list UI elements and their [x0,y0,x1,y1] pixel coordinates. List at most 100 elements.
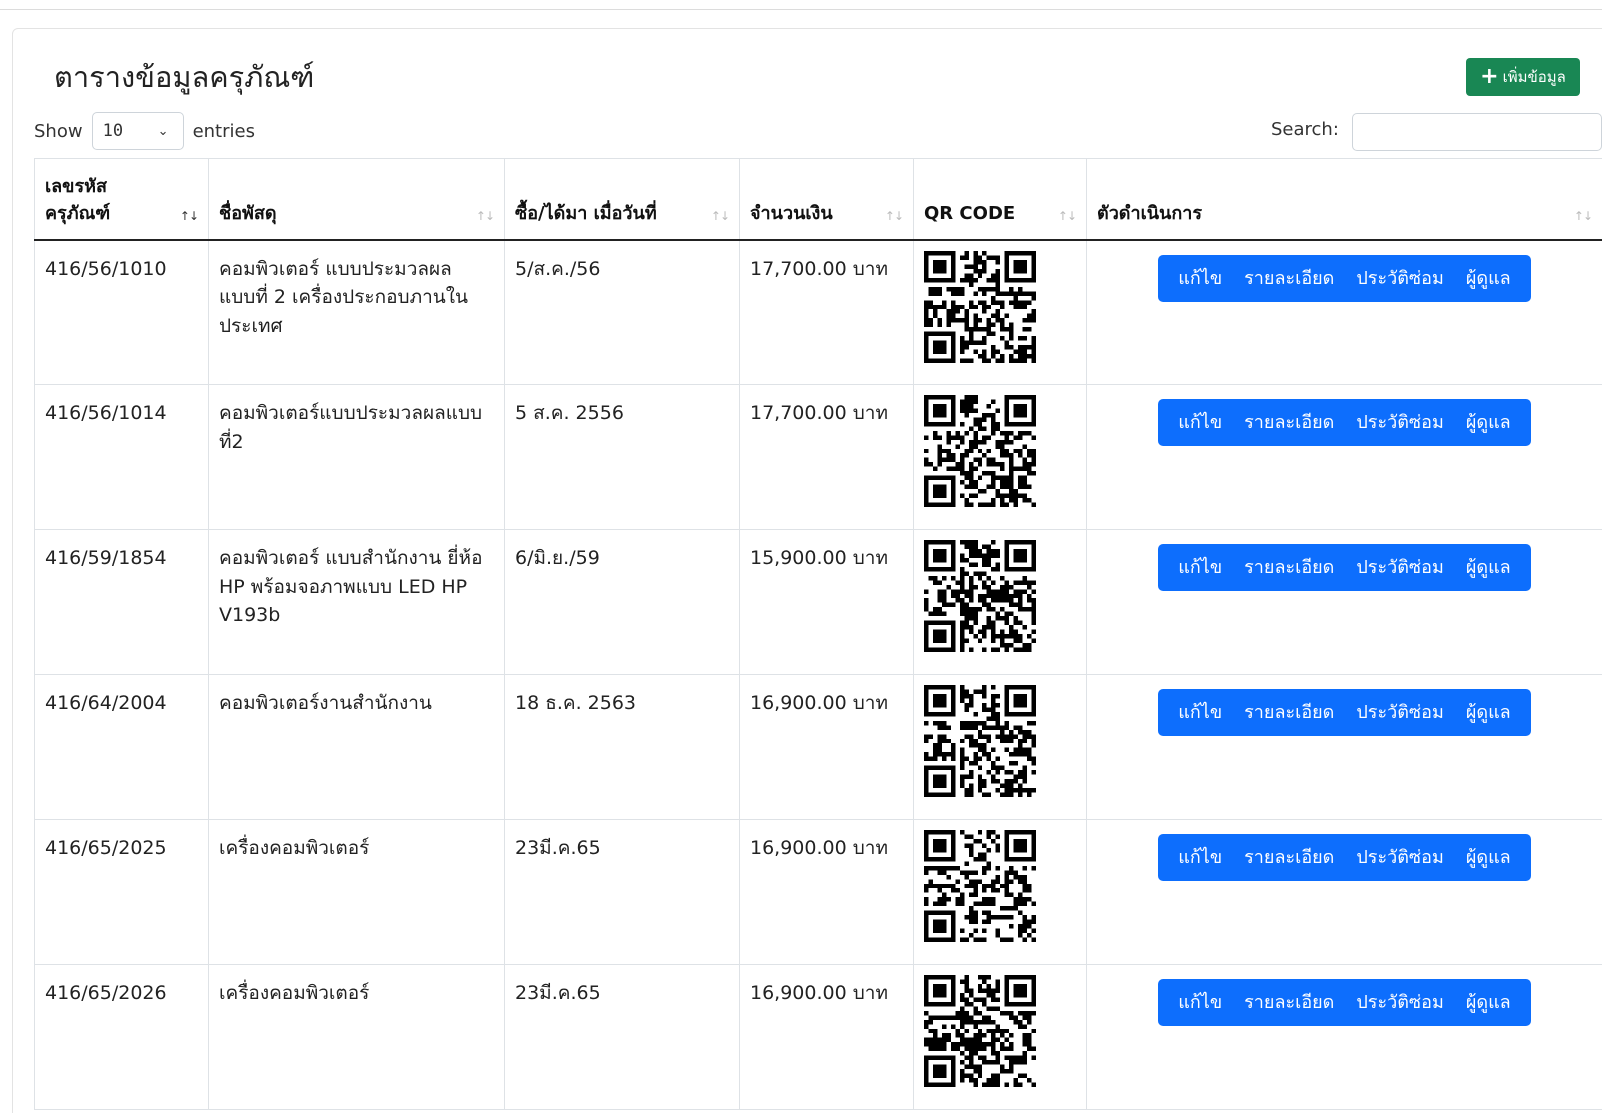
cell-amount: 17,700.00 บาท [739,384,914,530]
col-header-qr[interactable]: QR CODE ↑↓ [913,158,1087,241]
equipment-name: คอมพิวเตอร์ แบบประมวลผล แบบที่ 2 เครื่อง… [219,257,469,337]
col-header-actions-label: ตัวดำเนินการ [1097,202,1203,224]
cell-qr [913,964,1087,1110]
table-row: 416/59/1854 คอมพิวเตอร์ แบบสำนักงาน ยี่ห… [34,529,1602,675]
qr-code-image [924,250,1036,363]
action-button-group: แก้ไข รายละเอียด ประวัติซ่อม ผู้ดูแล [1158,979,1531,1026]
col-header-name[interactable]: ชื่อพัสดุ ↑↓ [208,158,505,241]
table-row: 416/56/1010 คอมพิวเตอร์ แบบประมวลผล แบบท… [34,239,1602,385]
equipment-code: 416/56/1010 [45,257,167,280]
edit-button[interactable]: แก้ไข [1167,699,1233,726]
edit-button[interactable]: แก้ไข [1167,554,1233,581]
acquired-date: 5/ส.ค./56 [515,257,601,280]
action-button-group: แก้ไข รายละเอียด ประวัติซ่อม ผู้ดูแล [1158,399,1531,446]
action-button-group: แก้ไข รายละเอียด ประวัติซ่อม ผู้ดูแล [1158,544,1531,591]
equipment-name: เครื่องคอมพิวเตอร์ [219,837,370,859]
cell-amount: 16,900.00 บาท [739,819,914,965]
equipment-code: 416/65/2025 [45,837,167,859]
caretaker-button[interactable]: ผู้ดูแล [1455,409,1522,436]
entries-label: entries [192,120,255,142]
sort-asc-icon: ↑↓ [179,208,199,223]
table-header-row: เลขรหัส ครุภัณฑ์ ↑↓ ชื่อพัสดุ ↑↓ ซื้อ/ได้ม… [34,158,1602,241]
sort-icon: ↑↓ [1573,208,1593,223]
show-label: Show [34,120,83,142]
qr-code-image [924,975,1036,1087]
col-header-amount-label: จำนวนเงิน [750,202,833,224]
details-button[interactable]: รายละเอียด [1233,554,1345,581]
col-header-date-label: ซื้อ/ได้มา เมื่อวันที่ [515,202,657,224]
amount-value: 15,900.00 บาท [750,547,888,569]
entries-select-value: 10 [102,121,124,141]
page-title: ตารางข้อมูลครุภัณฑ์ [54,60,315,94]
plus-icon: + [1480,64,1499,89]
repair-history-button[interactable]: ประวัติซ่อม [1345,844,1454,871]
amount-value: 17,700.00 บาท [750,402,888,424]
cell-date: 5 ส.ค. 2556 [504,384,740,530]
details-button[interactable]: รายละเอียด [1233,409,1345,436]
table-row: 416/65/2025 เครื่องคอมพิวเตอร์ 23มี.ค.65… [34,819,1602,965]
details-button[interactable]: รายละเอียด [1233,844,1345,871]
col-header-amount[interactable]: จำนวนเงิน ↑↓ [739,158,914,241]
equipment-code: 416/65/2026 [45,982,167,1004]
cell-date: 23มี.ค.65 [504,964,740,1110]
cell-code: 416/56/1014 [34,384,209,530]
cell-qr [913,674,1087,820]
details-button[interactable]: รายละเอียด [1233,699,1345,726]
cell-actions: แก้ไข รายละเอียด ประวัติซ่อม ผู้ดูแล [1086,674,1602,820]
entries-select[interactable]: 10 ⌄ [91,112,184,150]
cell-code: 416/56/1010 [34,239,209,385]
caretaker-button[interactable]: ผู้ดูแล [1455,989,1522,1016]
action-button-group: แก้ไข รายละเอียด ประวัติซ่อม ผู้ดูแล [1158,834,1531,881]
search-label: Search: [1271,119,1339,140]
cell-date: 6/มิ.ย./59 [504,529,740,675]
cell-date: 23มี.ค.65 [504,819,740,965]
cell-amount: 15,900.00 บาท [739,529,914,675]
equipment-code: 416/56/1014 [45,402,167,424]
col-header-code-label: เลขรหัส ครุภัณฑ์ [45,175,111,224]
caretaker-button[interactable]: ผู้ดูแล [1455,844,1522,871]
col-header-actions[interactable]: ตัวดำเนินการ ↑↓ [1086,158,1602,241]
repair-history-button[interactable]: ประวัติซ่อม [1345,554,1454,581]
cell-name: คอมพิวเตอร์ แบบประมวลผล แบบที่ 2 เครื่อง… [208,239,505,385]
qr-code-image [924,540,1036,652]
col-header-name-label: ชื่อพัสดุ [219,202,277,224]
cell-qr [913,819,1087,965]
cell-actions: แก้ไข รายละเอียด ประวัติซ่อม ผู้ดูแล [1086,384,1602,530]
caretaker-button[interactable]: ผู้ดูแล [1455,554,1522,581]
caretaker-button[interactable]: ผู้ดูแล [1455,265,1522,292]
add-data-button[interactable]: + เพิ่มข้อมูล [1466,58,1580,96]
caretaker-button[interactable]: ผู้ดูแล [1455,699,1522,726]
equipment-name: คอมพิวเตอร์แบบประมวลผลแบบที่2 [219,402,483,453]
amount-value: 16,900.00 บาท [750,692,888,714]
repair-history-button[interactable]: ประวัติซ่อม [1345,699,1454,726]
cell-date: 18 ธ.ค. 2563 [504,674,740,820]
equipment-name: เครื่องคอมพิวเตอร์ [219,982,370,1004]
col-header-code[interactable]: เลขรหัส ครุภัณฑ์ ↑↓ [34,158,209,241]
qr-code-image [924,395,1036,507]
repair-history-button[interactable]: ประวัติซ่อม [1345,265,1454,292]
edit-button[interactable]: แก้ไข [1167,409,1233,436]
col-header-date[interactable]: ซื้อ/ได้มา เมื่อวันที่ ↑↓ [504,158,740,241]
details-button[interactable]: รายละเอียด [1233,989,1345,1016]
cell-code: 416/65/2026 [34,964,209,1110]
top-divider [0,0,1602,10]
acquired-date: 23มี.ค.65 [515,837,601,859]
table-row: 416/64/2004 คอมพิวเตอร์งานสำนักงาน 18 ธ.… [34,674,1602,820]
edit-button[interactable]: แก้ไข [1167,265,1233,292]
action-button-group: แก้ไข รายละเอียด ประวัติซ่อม ผู้ดูแล [1158,689,1531,736]
edit-button[interactable]: แก้ไข [1167,844,1233,871]
edit-button[interactable]: แก้ไข [1167,989,1233,1016]
details-button[interactable]: รายละเอียด [1233,265,1345,292]
cell-name: คอมพิวเตอร์งานสำนักงาน [208,674,505,820]
repair-history-button[interactable]: ประวัติซ่อม [1345,989,1454,1016]
cell-code: 416/59/1854 [34,529,209,675]
equipment-name: คอมพิวเตอร์งานสำนักงาน [219,692,432,714]
search-input[interactable] [1352,113,1602,151]
chevron-down-icon: ⌄ [157,123,169,139]
cell-actions: แก้ไข รายละเอียด ประวัติซ่อม ผู้ดูแล [1086,239,1602,385]
sort-icon: ↑↓ [710,208,730,223]
cell-amount: 17,700.00 บาท [739,239,914,385]
cell-name: คอมพิวเตอร์ แบบสำนักงาน ยี่ห้อ HP พร้อมจ… [208,529,505,675]
action-button-group: แก้ไข รายละเอียด ประวัติซ่อม ผู้ดูแล [1158,254,1531,302]
repair-history-button[interactable]: ประวัติซ่อม [1345,409,1454,436]
